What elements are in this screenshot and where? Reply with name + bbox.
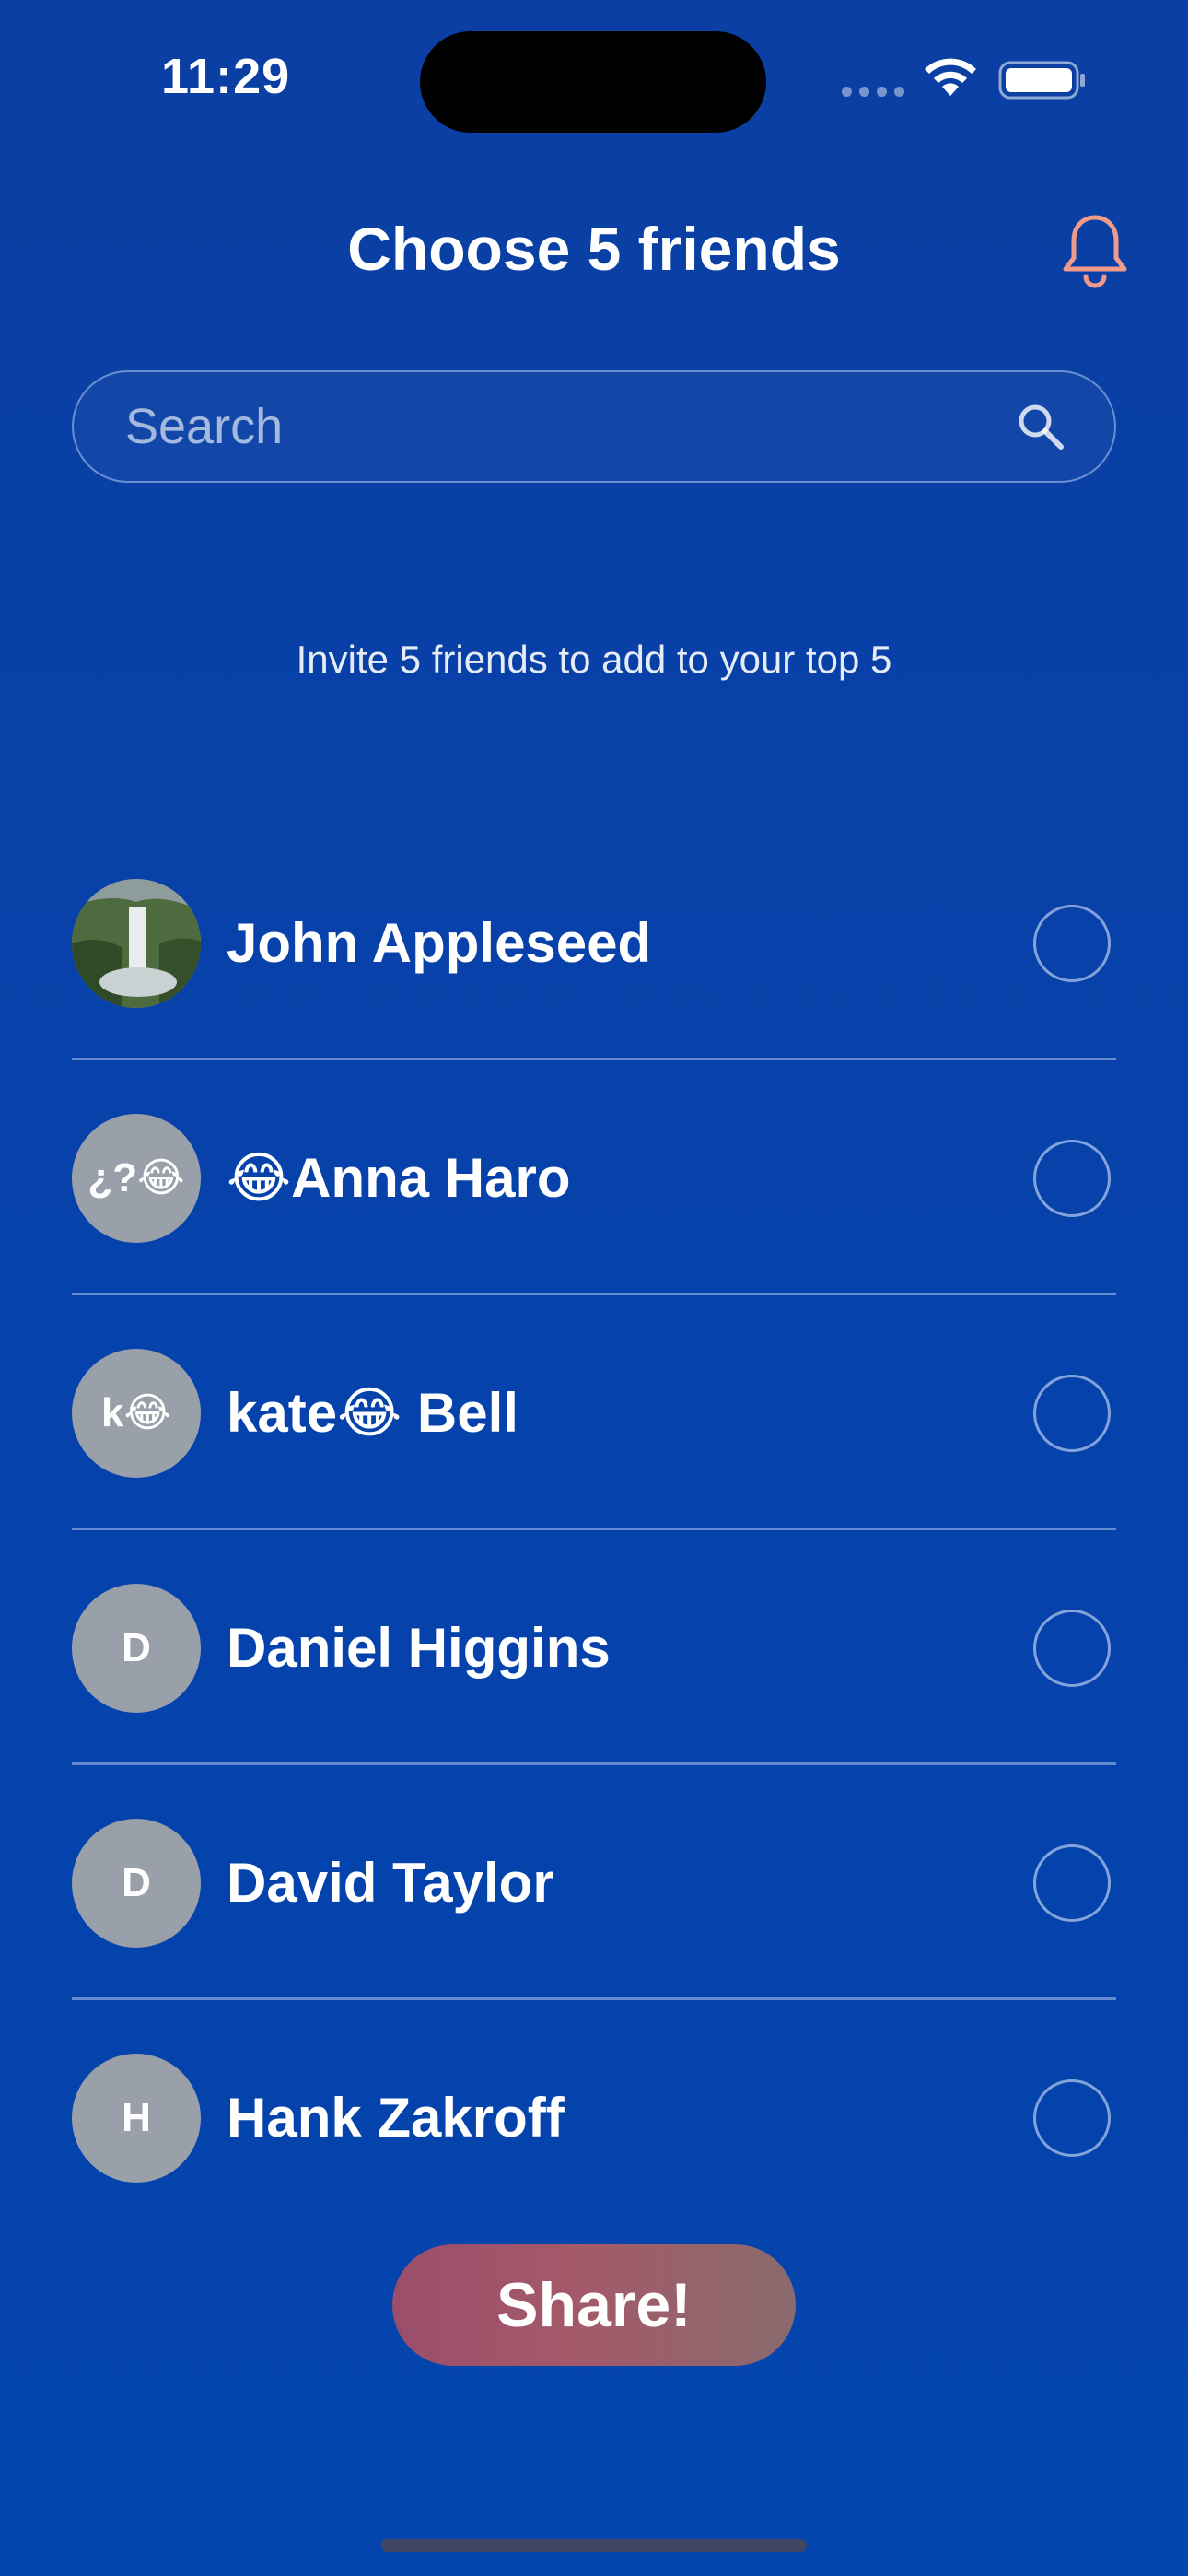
dynamic-island — [420, 31, 766, 133]
select-radio[interactable] — [1033, 1844, 1111, 1922]
avatar: k😂 — [72, 1348, 201, 1478]
notifications-button[interactable] — [1057, 210, 1133, 295]
avatar: ¿?😂 — [72, 1113, 201, 1243]
friend-row[interactable]: D Daniel Higgins — [72, 1530, 1116, 1765]
friend-row[interactable]: D David Taylor — [72, 1765, 1116, 2000]
avatar: D — [72, 1818, 201, 1948]
friend-list: John Appleseed ¿?😂 😂Anna Haro k😂 kate😂 B… — [72, 825, 1116, 2235]
avatar: D — [72, 1583, 201, 1713]
waterfall-photo-icon — [72, 878, 201, 1008]
share-button[interactable]: Share! — [392, 2244, 796, 2366]
page-title: Choose 5 friends — [347, 215, 841, 283]
friend-row[interactable]: k😂 kate😂 Bell — [72, 1295, 1116, 1530]
friend-name: kate😂 Bell — [227, 1381, 518, 1444]
bell-icon — [1063, 215, 1127, 288]
select-radio[interactable] — [1033, 1139, 1111, 1217]
friend-name: David Taylor — [227, 1852, 554, 1914]
select-radio[interactable] — [1033, 2078, 1111, 2157]
home-indicator[interactable] — [381, 2539, 807, 2552]
battery-icon — [998, 61, 1085, 100]
select-radio[interactable] — [1033, 904, 1111, 982]
friend-name: Hank Zakroff — [227, 2087, 565, 2149]
search-icon[interactable] — [1015, 401, 1066, 452]
friend-row[interactable]: ¿?😂 😂Anna Haro — [72, 1060, 1116, 1295]
friend-name: John Appleseed — [227, 912, 652, 974]
invite-instructions: Invite 5 friends to add to your top 5 — [296, 638, 892, 681]
avatar: H — [72, 2053, 201, 2183]
cellular-signal-icon — [842, 87, 904, 97]
friend-name: 😂Anna Haro — [227, 1146, 571, 1209]
app-screen: 11:29 Choose 5 friends Invite 5 friends … — [0, 0, 1188, 2576]
avatar — [72, 878, 201, 1008]
select-radio[interactable] — [1033, 1609, 1111, 1687]
select-radio[interactable] — [1033, 1374, 1111, 1452]
friend-name: Daniel Higgins — [227, 1617, 611, 1679]
wifi-icon — [925, 58, 976, 96]
status-time: 11:29 — [161, 49, 291, 104]
friend-row[interactable]: H Hank Zakroff — [72, 2000, 1116, 2235]
friend-row[interactable]: John Appleseed — [72, 825, 1116, 1060]
search-input[interactable] — [123, 397, 1015, 456]
search-bar — [72, 370, 1116, 483]
